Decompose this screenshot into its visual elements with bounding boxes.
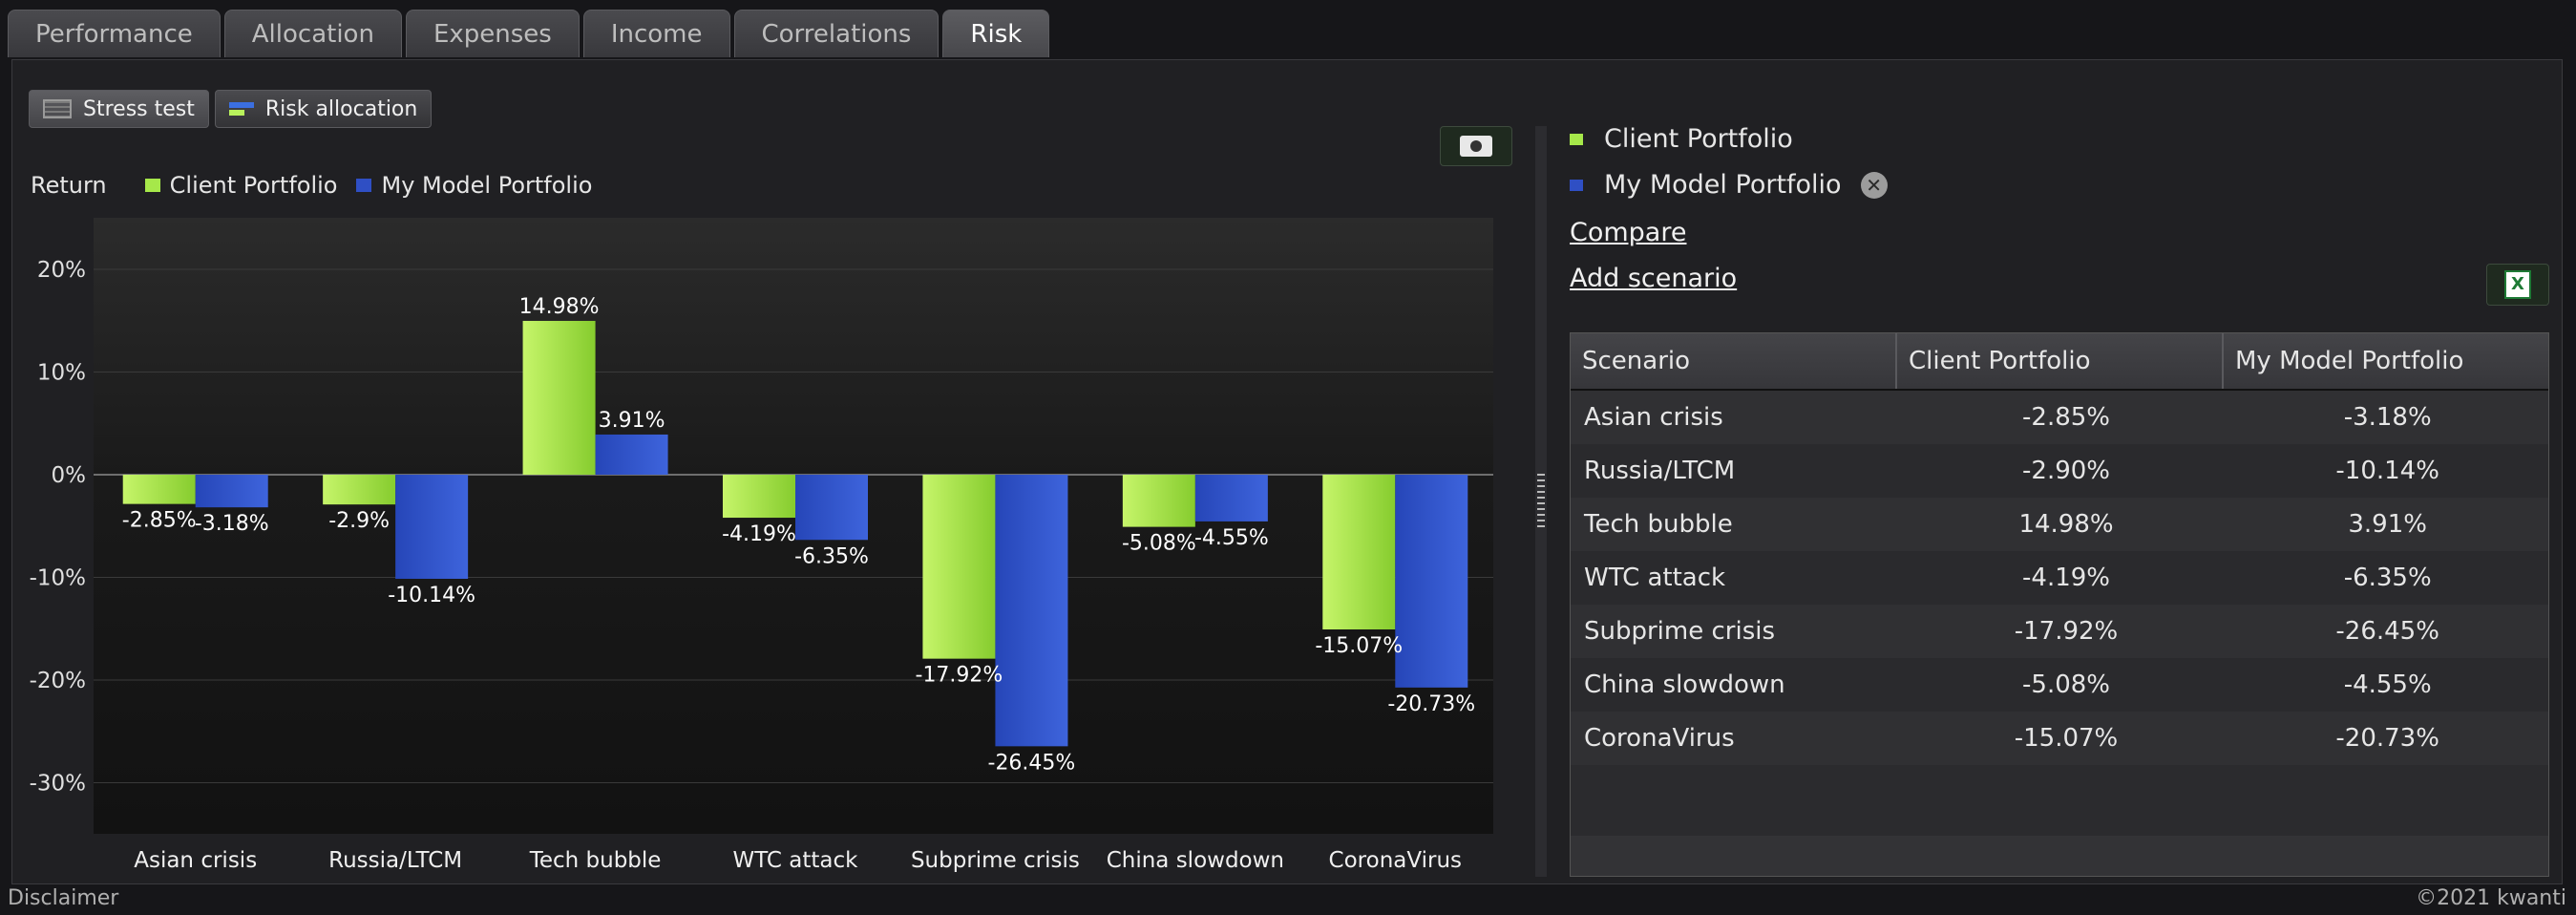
client-cell: -5.08% [2022,670,2110,699]
model-cell: -26.45% [2335,617,2439,646]
x-tick-label: China slowdown [1107,848,1284,873]
scenario-cell: Asian crisis [1584,403,1723,432]
table-header: Scenario Client Portfolio My Model Portf… [1571,333,2548,391]
x-tick-label: Asian crisis [134,848,257,873]
table-row[interactable]: China slowdown -5.08% -4.55% [1571,658,2548,712]
data-label: -17.92% [916,664,1003,688]
bar-model[interactable] [1395,475,1468,688]
data-label: -10.14% [388,584,475,607]
add-scenario-link[interactable]: Add scenario [1570,264,1737,293]
y-tick-label: 0% [52,463,87,488]
data-label: -15.07% [1315,634,1403,658]
bar-client[interactable] [723,475,795,519]
header-scenario[interactable]: Scenario [1571,333,1897,389]
bar-client[interactable] [1122,475,1195,527]
x-tick-label: Tech bubble [529,848,662,873]
excel-icon: X [2504,270,2531,299]
remove-model-icon[interactable]: ✕ [1860,171,1888,199]
bar-model[interactable] [795,475,868,541]
table-row[interactable]: Subprime crisis -17.92% -26.45% [1571,605,2548,658]
y-tick-label: 20% [37,258,86,283]
bar-model[interactable] [595,434,668,475]
y-tick-label: -30% [30,772,86,797]
client-cell: -2.90% [2022,457,2110,485]
bar-model[interactable] [1194,475,1268,521]
scenario-cell: WTC attack [1584,564,1726,592]
data-label: -3.18% [195,512,269,536]
bar-client[interactable] [323,475,396,505]
client-cell: -15.07% [2014,724,2119,753]
data-label: -4.19% [722,522,796,546]
header-client[interactable]: Client Portfolio [1897,333,2224,389]
y-tick-label: -20% [30,669,86,693]
table-body: Asian crisis -2.85% -3.18% Russia/LTCM -… [1571,391,2548,765]
model-cell: -10.14% [2335,457,2439,485]
bar-client[interactable] [522,320,596,475]
table-row[interactable]: Tech bubble 14.98% 3.91% [1571,498,2548,551]
client-cell: -2.85% [2022,403,2110,432]
model-cell: -6.35% [2343,564,2432,592]
bar-model[interactable] [995,475,1068,747]
splitter-grip-icon[interactable] [1537,474,1545,531]
table-row[interactable]: Russia/LTCM -2.90% -10.14% [1571,444,2548,498]
data-label: -4.55% [1194,526,1269,550]
table-row[interactable]: CoronaVirus -15.07% -20.73% [1571,712,2548,765]
model-cell: -20.73% [2335,724,2439,753]
client-cell: -17.92% [2014,617,2119,646]
y-tick-label: -10% [30,566,86,591]
data-label: -2.85% [122,509,197,533]
bar-client[interactable] [922,475,996,659]
data-label: -26.45% [988,751,1076,775]
bar-model[interactable] [195,475,268,508]
copyright-text: ©2021 kwanti [2416,886,2566,910]
compare-link[interactable]: Compare [1570,218,1686,247]
data-label: -2.9% [328,509,390,533]
y-tick-label: 10% [37,361,86,386]
x-tick-label: Russia/LTCM [328,848,462,873]
bar-client[interactable] [122,475,196,504]
table-row[interactable]: Asian crisis -2.85% -3.18% [1571,391,2548,444]
right-legend-client: Client Portfolio [1570,124,1793,154]
header-model[interactable]: My Model Portfolio [2224,333,2548,389]
data-label: -20.73% [1387,692,1475,716]
right-legend-model: My Model Portfolio ✕ [1570,170,1888,200]
data-label: -6.35% [794,544,869,568]
model-swatch [1570,179,1583,191]
scenario-cell: Russia/LTCM [1584,457,1736,485]
model-cell: 3.91% [2348,510,2427,539]
client-cell: -4.19% [2022,564,2110,592]
scenario-table: Scenario Client Portfolio My Model Portf… [1570,332,2549,877]
right-legend-model-label: My Model Portfolio [1604,170,1842,200]
scenario-cell: Tech bubble [1584,510,1733,539]
data-label: 14.98% [519,295,600,319]
disclaimer-link[interactable]: Disclaimer [8,886,118,910]
data-label: 3.91% [599,409,665,433]
client-cell: 14.98% [2018,510,2114,539]
stress-test-chart: 20% 10% 0% -10% -20% -30% Asian crisis -2.85%-3… [30,218,1493,873]
scenario-cell: Subprime crisis [1584,617,1776,646]
data-label: -5.08% [1122,532,1196,556]
scenario-cell: CoronaVirus [1584,724,1735,753]
client-swatch [1570,133,1583,145]
table-row[interactable]: WTC attack -4.19% -6.35% [1571,551,2548,605]
x-tick-label: Subprime crisis [911,848,1080,873]
model-cell: -4.55% [2343,670,2432,699]
export-excel-button[interactable]: X [2486,264,2549,306]
x-tick-label: WTC attack [732,848,858,873]
bar-model[interactable] [395,475,469,580]
model-cell: -3.18% [2343,403,2432,432]
right-legend-client-label: Client Portfolio [1604,124,1793,154]
x-tick-label: CoronaVirus [1329,848,1462,873]
scenario-cell: China slowdown [1584,670,1785,699]
table-footer [1571,836,2548,876]
bar-client[interactable] [1322,475,1396,630]
